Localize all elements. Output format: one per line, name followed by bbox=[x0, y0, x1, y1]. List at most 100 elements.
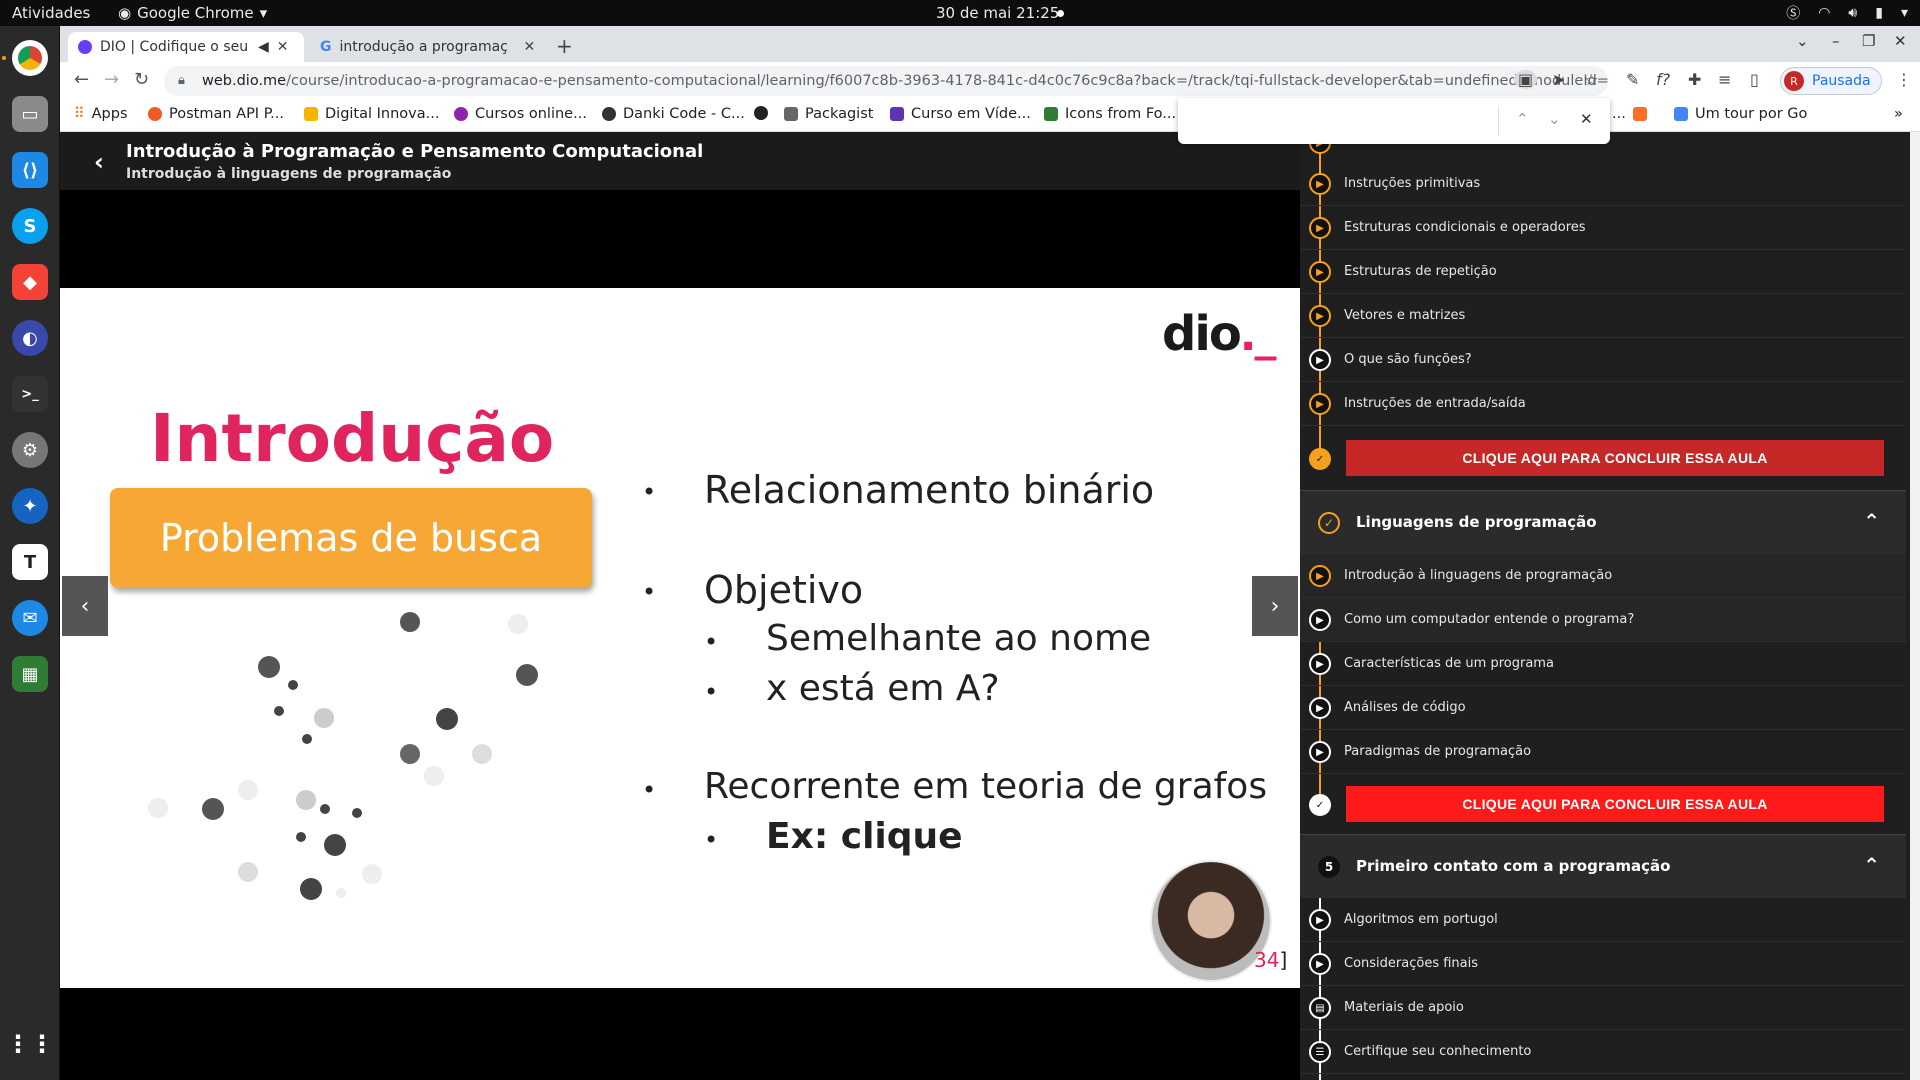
lesson-item[interactable]: ▶ Estruturas condicionais e operadores bbox=[1300, 206, 1906, 250]
play-icon: ▶ bbox=[1309, 741, 1331, 763]
decorative-dot bbox=[296, 832, 306, 842]
anydesk-icon[interactable]: ◆ bbox=[12, 264, 48, 300]
compass-icon[interactable]: ✦ bbox=[12, 488, 48, 524]
chevron-up-icon[interactable]: ⌃ bbox=[1863, 853, 1880, 877]
next-slide-button[interactable]: › bbox=[1252, 576, 1298, 636]
terminal-icon[interactable]: >_ bbox=[12, 376, 48, 412]
thunderbird-icon[interactable]: ✉ bbox=[12, 600, 48, 636]
spreadsheet-icon[interactable]: ▦ bbox=[12, 656, 48, 692]
app-menu[interactable]: ◉ Google Chrome ▾ bbox=[118, 4, 267, 22]
speaker-icon[interactable]: ◀︎ bbox=[258, 39, 269, 55]
bookmark-label: Cursos online... bbox=[475, 106, 587, 122]
clock[interactable]: 30 de mai 21:25 bbox=[936, 4, 1059, 22]
reload-icon[interactable]: ↻ bbox=[134, 69, 149, 90]
close-find-icon[interactable]: ✕ bbox=[1580, 110, 1593, 128]
profile-button[interactable]: R Pausada bbox=[1780, 67, 1882, 95]
lesson-item[interactable]: ▶ Características de um programa bbox=[1300, 642, 1906, 686]
eyedropper-icon[interactable]: ✎ bbox=[1626, 70, 1639, 89]
slide-title: Introdução bbox=[150, 400, 555, 477]
page-info-icon[interactable]: ▣ bbox=[1514, 70, 1538, 89]
show-apps-icon[interactable]: ⋮⋮ bbox=[6, 1026, 54, 1062]
bookmark-unnamed[interactable] bbox=[754, 106, 768, 120]
send-icon[interactable]: ➤ bbox=[1552, 70, 1565, 89]
bookmark-icons[interactable]: Icons from Fo... bbox=[1044, 106, 1176, 122]
video-player[interactable]: dio._ Introdução Problemas de busca • Rel… bbox=[60, 288, 1300, 988]
bookmark-star-icon[interactable]: ☆ bbox=[1584, 70, 1598, 89]
more-bookmarks-icon[interactable]: » bbox=[1894, 106, 1903, 122]
bookmark-curso-em-video[interactable]: Curso em Víde... bbox=[890, 106, 1031, 122]
lesson-item[interactable]: ▶ Algoritmos em portugol bbox=[1300, 898, 1906, 942]
media-control-icon[interactable]: ≡ bbox=[1718, 70, 1731, 89]
settings-app-icon[interactable]: ⚙ bbox=[12, 432, 48, 468]
lesson-item-current[interactable]: ▶ Introdução à linguagens de programação bbox=[1300, 554, 1906, 598]
decorative-dot bbox=[274, 706, 284, 716]
lesson-item[interactable]: ☰ Certifique seu conhecimento bbox=[1300, 1030, 1906, 1074]
forward-icon[interactable]: → bbox=[104, 69, 119, 90]
system-tray[interactable]: Ⓢ ◠ 🔊︎ ▮ ▾ bbox=[1786, 3, 1908, 23]
decorative-dot bbox=[300, 878, 322, 900]
bookmark-google-tour[interactable]: Um tour por Go bbox=[1674, 106, 1807, 122]
lesson-item[interactable]: ▶ Vetores e matrizes bbox=[1300, 294, 1906, 338]
conclude-lesson-button[interactable]: CLIQUE AQUI PARA CONCLUIR ESSA AULA bbox=[1346, 440, 1884, 476]
close-tab-icon[interactable]: ✕ bbox=[277, 39, 289, 55]
find-next-icon[interactable]: ⌄ bbox=[1548, 110, 1561, 128]
lesson-item[interactable]: ▶ O que são funções? bbox=[1300, 338, 1906, 382]
back-arrow-icon[interactable]: ‹ bbox=[94, 148, 104, 176]
back-icon[interactable]: ← bbox=[74, 69, 89, 90]
lock-icon[interactable]: 🔒︎ bbox=[178, 66, 185, 96]
tab-google-search[interactable]: G introdução a programaç ✕ bbox=[310, 32, 546, 62]
minimize-icon[interactable]: – bbox=[1832, 32, 1840, 50]
bookmark-digital-innovation[interactable]: Digital Innova... bbox=[304, 106, 439, 122]
lesson-item[interactable]: ▶ Considerações finais bbox=[1300, 942, 1906, 986]
restore-icon[interactable]: ❐ bbox=[1862, 32, 1875, 50]
menu-icon[interactable]: ⋮ bbox=[1896, 70, 1912, 89]
page-number: 34 bbox=[1254, 948, 1280, 972]
side-panel-icon[interactable]: ▯ bbox=[1750, 70, 1759, 89]
lesson-item[interactable]: ▶ Instruções de entrada/saída bbox=[1300, 382, 1906, 426]
tab-dio[interactable]: DIO | Codifique o seu f ◀︎ ✕ bbox=[68, 32, 304, 62]
play-icon: ▶ bbox=[1309, 393, 1331, 415]
bookmark-danki-code[interactable]: Danki Code - C... bbox=[602, 106, 745, 122]
lesson-item[interactable]: ▶ Instruções primitivas bbox=[1300, 162, 1906, 206]
eclipse-icon[interactable]: ◐ bbox=[12, 320, 48, 356]
lesson-item[interactable]: ▶ Estruturas de repetição bbox=[1300, 250, 1906, 294]
conclude-lesson-button[interactable]: CLIQUE AQUI PARA CONCLUIR ESSA AULA bbox=[1346, 786, 1884, 822]
close-window-icon[interactable]: ✕ bbox=[1894, 32, 1907, 50]
decorative-dot bbox=[400, 744, 420, 764]
files-icon[interactable]: ▭ bbox=[12, 96, 48, 132]
chevron-up-icon[interactable]: ⌃ bbox=[1863, 509, 1880, 533]
find-input[interactable] bbox=[1190, 106, 1510, 134]
close-tab-icon[interactable]: ✕ bbox=[524, 39, 536, 55]
activities-button[interactable]: Atividades bbox=[12, 4, 90, 22]
typora-icon[interactable]: T bbox=[12, 544, 48, 580]
module-header-primeiro-contato[interactable]: 5 Primeiro contato com a programação ⌃ bbox=[1300, 834, 1906, 898]
scrollbar[interactable] bbox=[1910, 132, 1920, 1080]
bookmark-cursos-online[interactable]: Cursos online... bbox=[454, 106, 587, 122]
check-icon: ✓ bbox=[1309, 448, 1331, 470]
lesson-item[interactable]: ▶ Paradigmas de programação bbox=[1300, 730, 1906, 774]
bookmark-gitlab[interactable]: ... bbox=[1612, 106, 1647, 122]
chrome-dock-icon[interactable] bbox=[12, 40, 48, 76]
play-icon: ▶ bbox=[1309, 565, 1331, 587]
find-previous-icon[interactable]: ⌃ bbox=[1516, 110, 1529, 128]
extensions-icon[interactable]: ✚ bbox=[1688, 70, 1701, 89]
bookmark-postman[interactable]: Postman API P... bbox=[148, 106, 284, 122]
decorative-dot bbox=[288, 680, 298, 690]
skype-tray-icon[interactable]: Ⓢ bbox=[1786, 3, 1800, 23]
vscode-icon[interactable]: ⟨⟩ bbox=[12, 152, 48, 188]
address-bar[interactable]: 🔒︎ web.dio.me/course/introducao-a-progra… bbox=[164, 66, 1608, 96]
lesson-item[interactable]: ▤ Materiais de apoio bbox=[1300, 986, 1906, 1030]
formula-extension-icon[interactable]: f? bbox=[1656, 70, 1670, 89]
module-number: 5 bbox=[1318, 856, 1340, 878]
lesson-item[interactable]: ▶ Como um computador entende o programa? bbox=[1300, 598, 1906, 642]
bookmarks-bar: ⠿ Apps Postman API P... Digital Innova...… bbox=[60, 100, 1920, 132]
cursos-icon bbox=[454, 107, 468, 121]
new-tab-icon[interactable]: + bbox=[556, 34, 573, 58]
bookmark-packagist[interactable]: Packagist bbox=[784, 106, 873, 122]
tab-search-icon[interactable]: ⌄ bbox=[1796, 32, 1809, 50]
previous-slide-button[interactable]: ‹ bbox=[62, 576, 108, 636]
lesson-item[interactable]: ▶ Análises de código bbox=[1300, 686, 1906, 730]
module-header-linguagens[interactable]: ✓ Linguagens de programação ⌃ bbox=[1300, 490, 1906, 554]
skype-icon[interactable]: S bbox=[12, 208, 48, 244]
bookmark-apps[interactable]: ⠿ Apps bbox=[74, 106, 128, 122]
